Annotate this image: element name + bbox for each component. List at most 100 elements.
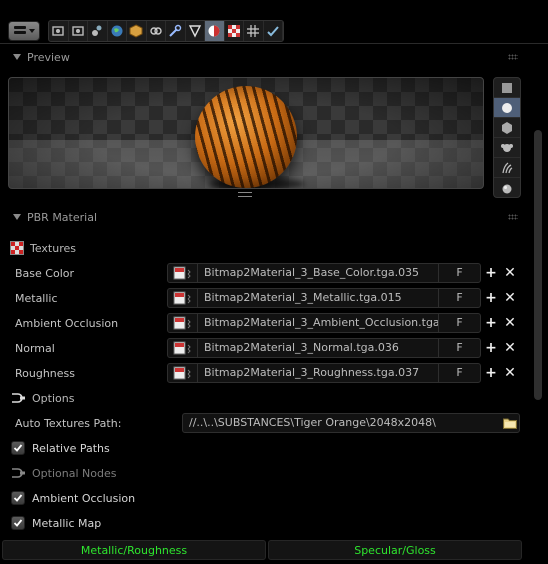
preview-panel-header[interactable]: Preview	[0, 46, 530, 68]
textures-header: Textures	[10, 239, 76, 257]
preview-resize-grip[interactable]	[238, 192, 252, 197]
material-icon	[208, 25, 220, 37]
image-icon	[173, 341, 191, 355]
remove-texture-icon[interactable]: ✕	[503, 291, 517, 305]
optional-nodes-header: Optional Nodes	[10, 464, 116, 482]
texture-name: Bitmap2Material_3_Roughness.tga.037	[204, 366, 420, 379]
fake-user-button[interactable]: F	[438, 314, 480, 332]
add-texture-icon[interactable]: +	[484, 366, 498, 380]
tab-data[interactable]	[186, 21, 205, 41]
texture-name: Bitmap2Material_3_Ambient_Occlusion.tga.…	[204, 316, 438, 329]
tab-modifiers[interactable]	[166, 21, 186, 41]
texture-name: Bitmap2Material_3_Metallic.tga.015	[204, 291, 402, 304]
panel-drag-grip-icon[interactable]	[508, 214, 518, 220]
texture-selector[interactable]: Bitmap2Material_3_Roughness.tga.037 F	[167, 363, 481, 383]
scene-icon	[92, 25, 102, 36]
tab-object[interactable]	[127, 21, 147, 41]
texture-selector[interactable]: Bitmap2Material_3_Base_Color.tga.035 F	[167, 263, 481, 283]
panel-scrollbar[interactable]	[534, 130, 542, 400]
preview-type-selector	[493, 77, 521, 198]
pbr-panel-header[interactable]: PBR Material	[0, 206, 530, 228]
remove-texture-icon[interactable]: ✕	[503, 316, 517, 330]
render-layers-icon	[72, 26, 84, 36]
add-texture-icon[interactable]: +	[484, 291, 498, 305]
texture-selector[interactable]: Bitmap2Material_3_Ambient_Occlusion.tga.…	[167, 313, 481, 333]
optional-nodes-label: Optional Nodes	[32, 466, 117, 480]
relative-paths-checkbox[interactable]	[11, 441, 25, 455]
texture-selector[interactable]: Bitmap2Material_3_Normal.tga.036 F	[167, 338, 481, 358]
tab-world[interactable]	[108, 21, 127, 41]
texture-row-label: Base Color	[15, 267, 75, 280]
textures-label: Textures	[30, 241, 76, 255]
preview-type-cube[interactable]	[494, 118, 520, 138]
tab-render-layers[interactable]	[69, 21, 88, 41]
texture-row-label: Roughness	[15, 367, 76, 380]
ambient-occlusion-option[interactable]: Ambient Occlusion	[11, 490, 135, 506]
flat-icon	[502, 82, 512, 93]
folder-browse-icon[interactable]	[501, 414, 519, 432]
metallic-map-label: Metallic Map	[32, 516, 102, 530]
preview-type-sphere-sky[interactable]	[494, 178, 520, 197]
material-preview	[8, 77, 484, 189]
image-browse-button[interactable]	[168, 339, 198, 357]
preview-panel-title: Preview	[27, 50, 70, 64]
preview-type-flat[interactable]	[494, 78, 520, 98]
image-browse-button[interactable]	[168, 314, 198, 332]
remove-texture-icon[interactable]: ✕	[503, 266, 517, 280]
texture-selector[interactable]: Bitmap2Material_3_Metallic.tga.015 F	[167, 288, 481, 308]
fake-user-button[interactable]: F	[438, 364, 480, 382]
collapse-triangle-icon	[13, 54, 21, 60]
preview-type-hair[interactable]	[494, 158, 520, 178]
fake-user-button[interactable]: F	[438, 264, 480, 282]
image-icon	[173, 266, 191, 280]
tab-physics[interactable]	[264, 21, 283, 41]
auto-textures-path-field[interactable]: //..\..\SUBSTANCES\Tiger Orange\2048x204…	[182, 413, 520, 433]
remove-texture-icon[interactable]: ✕	[503, 341, 517, 355]
metallic-map-option[interactable]: Metallic Map	[11, 515, 101, 531]
texture-row-label: Ambient Occlusion	[15, 317, 119, 330]
fake-user-button[interactable]: F	[438, 289, 480, 307]
object-icon	[129, 24, 143, 38]
metallic-roughness-button[interactable]: Metallic/Roughness	[2, 540, 266, 560]
pbr-panel-title: PBR Material	[27, 210, 98, 224]
particles-icon	[247, 25, 260, 37]
image-browse-button[interactable]	[168, 364, 198, 382]
hair-icon	[502, 161, 513, 173]
constraints-icon	[150, 27, 162, 35]
sphere-sky-icon	[502, 184, 512, 193]
monkey-icon	[501, 143, 513, 152]
world-icon	[111, 25, 123, 37]
add-texture-icon[interactable]: +	[484, 341, 498, 355]
remove-texture-icon[interactable]: ✕	[503, 366, 517, 380]
ambient-occlusion-checkbox[interactable]	[11, 491, 25, 505]
checkmark-icon	[13, 519, 23, 527]
add-texture-icon[interactable]: +	[484, 266, 498, 280]
texture-name: Bitmap2Material_3_Base_Color.tga.035	[204, 266, 420, 279]
tab-texture[interactable]	[225, 21, 244, 41]
fake-user-button[interactable]: F	[438, 339, 480, 357]
specular-gloss-button[interactable]: Specular/Gloss	[268, 540, 522, 560]
panel-drag-grip-icon[interactable]	[508, 54, 518, 60]
context-tabs	[48, 20, 284, 42]
tab-render[interactable]	[49, 21, 69, 41]
editor-type-button[interactable]	[8, 21, 40, 41]
ambient-occlusion-label: Ambient Occlusion	[32, 491, 136, 505]
image-browse-button[interactable]	[168, 264, 198, 282]
image-browse-button[interactable]	[168, 289, 198, 307]
tab-constraints[interactable]	[147, 21, 166, 41]
chevron-down-icon	[29, 29, 35, 33]
preview-type-monkey[interactable]	[494, 138, 520, 158]
preview-type-sphere[interactable]	[494, 98, 520, 118]
auto-textures-path-label: Auto Textures Path:	[15, 417, 122, 430]
cube-icon	[502, 121, 512, 134]
auto-textures-path-value: //..\..\SUBSTANCES\Tiger Orange\2048x204…	[189, 416, 436, 429]
tab-scene[interactable]	[88, 21, 108, 41]
image-icon	[173, 366, 191, 380]
texture-icon	[10, 241, 24, 255]
add-texture-icon[interactable]: +	[484, 316, 498, 330]
tab-material[interactable]	[205, 21, 225, 41]
properties-header	[0, 0, 548, 44]
metallic-map-checkbox[interactable]	[11, 516, 25, 530]
relative-paths-option[interactable]: Relative Paths	[11, 440, 110, 456]
tab-particles[interactable]	[244, 21, 264, 41]
